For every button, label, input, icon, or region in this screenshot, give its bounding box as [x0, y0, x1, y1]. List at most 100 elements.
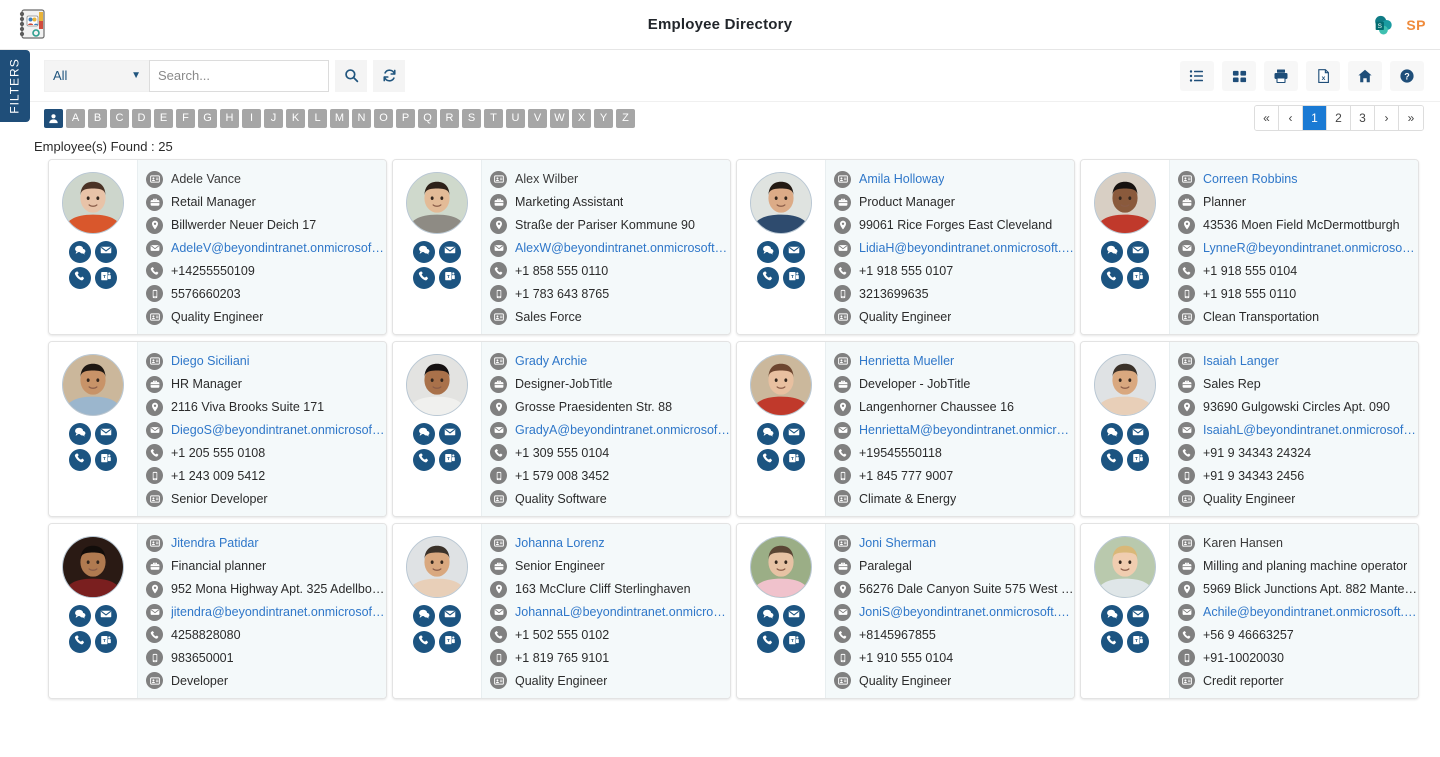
alpha-filter-d[interactable]: D	[132, 109, 151, 128]
employee-name[interactable]: Joni Sherman	[859, 536, 936, 550]
email-button[interactable]	[439, 241, 461, 263]
employee-email[interactable]: HenriettaM@beyondintranet.onmicros...	[859, 423, 1074, 437]
email-button[interactable]	[439, 605, 461, 627]
alpha-filter-y[interactable]: Y	[594, 109, 613, 128]
category-select[interactable]: All ▼	[44, 60, 149, 92]
pagination-prev[interactable]: ‹	[1279, 106, 1303, 130]
call-button[interactable]	[69, 267, 91, 289]
teams-button[interactable]: T	[439, 631, 461, 653]
call-button[interactable]	[757, 631, 779, 653]
alpha-filter-l[interactable]: L	[308, 109, 327, 128]
employee-email[interactable]: GradyA@beyondintranet.onmicrosoft.c...	[515, 423, 730, 437]
email-button[interactable]	[783, 605, 805, 627]
call-button[interactable]	[1101, 267, 1123, 289]
alpha-filter-a[interactable]: A	[66, 109, 85, 128]
call-button[interactable]	[413, 267, 435, 289]
employee-email[interactable]: LynneR@beyondintranet.onmicrosoft.c...	[1203, 241, 1418, 255]
teams-button[interactable]: T	[783, 631, 805, 653]
employee-email[interactable]: AdeleV@beyondintranet.onmicrosoft.c...	[171, 241, 386, 255]
call-button[interactable]	[1101, 449, 1123, 471]
employee-name[interactable]: Correen Robbins	[1203, 172, 1298, 186]
employee-card[interactable]: TIsaiah LangerSales Rep93690 Gulgowski C…	[1080, 341, 1419, 517]
chat-button[interactable]	[413, 423, 435, 445]
employee-card[interactable]: TGrady ArchieDesigner-JobTitleGrosse Pra…	[392, 341, 731, 517]
employee-name[interactable]: Jitendra Patidar	[171, 536, 259, 550]
chat-button[interactable]	[1101, 605, 1123, 627]
user-initials[interactable]: SP	[1406, 17, 1426, 33]
employee-card[interactable]: TAmila HollowayProduct Manager99061 Rice…	[736, 159, 1075, 335]
email-button[interactable]	[95, 605, 117, 627]
alpha-filter-i[interactable]: I	[242, 109, 261, 128]
chat-button[interactable]	[413, 241, 435, 263]
home-icon[interactable]	[1348, 61, 1382, 91]
pagination-page-1[interactable]: 1	[1303, 106, 1327, 130]
employee-name[interactable]: Amila Holloway	[859, 172, 944, 186]
employee-card[interactable]: TKaren HansenMilling and planing machine…	[1080, 523, 1419, 699]
chat-button[interactable]	[413, 605, 435, 627]
alpha-filter-f[interactable]: F	[176, 109, 195, 128]
alpha-filter-u[interactable]: U	[506, 109, 525, 128]
chat-button[interactable]	[69, 423, 91, 445]
excel-file-icon[interactable]: x	[1306, 61, 1340, 91]
chat-button[interactable]	[757, 605, 779, 627]
employee-name[interactable]: Karen Hansen	[1203, 536, 1283, 550]
email-button[interactable]	[1127, 605, 1149, 627]
email-button[interactable]	[95, 423, 117, 445]
alpha-filter-q[interactable]: Q	[418, 109, 437, 128]
email-button[interactable]	[95, 241, 117, 263]
employee-card[interactable]: TJitendra PatidarFinancial planner952 Mo…	[48, 523, 387, 699]
alpha-filter-g[interactable]: G	[198, 109, 217, 128]
chat-button[interactable]	[757, 241, 779, 263]
teams-button[interactable]: T	[1127, 631, 1149, 653]
sharepoint-icon[interactable]: S	[1372, 14, 1394, 36]
email-button[interactable]	[1127, 241, 1149, 263]
call-button[interactable]	[757, 449, 779, 471]
pagination-last[interactable]: »	[1399, 106, 1423, 130]
employee-email[interactable]: AlexW@beyondintranet.onmicrosoft.co...	[515, 241, 730, 255]
employee-email[interactable]: DiegoS@beyondintranet.onmicrosoft.c...	[171, 423, 386, 437]
teams-button[interactable]: T	[95, 449, 117, 471]
teams-button[interactable]: T	[439, 267, 461, 289]
employee-email[interactable]: IsaiahL@beyondintranet.onmicrosoft.c...	[1203, 423, 1418, 437]
call-button[interactable]	[69, 449, 91, 471]
search-button[interactable]	[335, 60, 367, 92]
printer-icon[interactable]	[1264, 61, 1298, 91]
employee-email[interactable]: JohannaL@beyondintranet.onmicrosoft...	[515, 605, 730, 619]
employee-email[interactable]: JoniS@beyondintranet.onmicrosoft.com	[859, 605, 1074, 619]
chat-button[interactable]	[69, 605, 91, 627]
alpha-filter-m[interactable]: M	[330, 109, 349, 128]
employee-card[interactable]: TDiego SicilianiHR Manager2116 Viva Broo…	[48, 341, 387, 517]
employee-card[interactable]: TJohanna LorenzSenior Engineer163 McClur…	[392, 523, 731, 699]
pagination-page-2[interactable]: 2	[1327, 106, 1351, 130]
employee-name[interactable]: Adele Vance	[171, 172, 241, 186]
alpha-filter-p[interactable]: P	[396, 109, 415, 128]
employee-name[interactable]: Diego Siciliani	[171, 354, 250, 368]
chat-button[interactable]	[1101, 241, 1123, 263]
alpha-filter-v[interactable]: V	[528, 109, 547, 128]
employee-card[interactable]: TAlex WilberMarketing AssistantStraße de…	[392, 159, 731, 335]
employee-card[interactable]: TJoni ShermanParalegal56276 Dale Canyon …	[736, 523, 1075, 699]
list-icon[interactable]	[1180, 61, 1214, 91]
pagination-next[interactable]: ›	[1375, 106, 1399, 130]
address-book-icon[interactable]	[12, 4, 52, 44]
teams-button[interactable]: T	[95, 267, 117, 289]
search-input[interactable]	[149, 60, 329, 92]
employee-name[interactable]: Johanna Lorenz	[515, 536, 605, 550]
employee-name[interactable]: Alex Wilber	[515, 172, 578, 186]
employee-email[interactable]: LidiaH@beyondintranet.onmicrosoft.com	[859, 241, 1074, 255]
employee-email[interactable]: Achile@beyondintranet.onmicrosoft.com	[1203, 605, 1418, 619]
teams-button[interactable]: T	[783, 449, 805, 471]
pagination-page-3[interactable]: 3	[1351, 106, 1375, 130]
alpha-filter-s[interactable]: S	[462, 109, 481, 128]
email-button[interactable]	[1127, 423, 1149, 445]
chat-button[interactable]	[69, 241, 91, 263]
employee-name[interactable]: Henrietta Mueller	[859, 354, 954, 368]
teams-button[interactable]: T	[95, 631, 117, 653]
alpha-filter-e[interactable]: E	[154, 109, 173, 128]
employee-card[interactable]: TAdele VanceRetail ManagerBillwerder Neu…	[48, 159, 387, 335]
alpha-filter-j[interactable]: J	[264, 109, 283, 128]
pagination-first[interactable]: «	[1255, 106, 1279, 130]
call-button[interactable]	[1101, 631, 1123, 653]
question-circle-icon[interactable]: ?	[1390, 61, 1424, 91]
employee-email[interactable]: jitendra@beyondintranet.onmicrosoft.c...	[171, 605, 386, 619]
